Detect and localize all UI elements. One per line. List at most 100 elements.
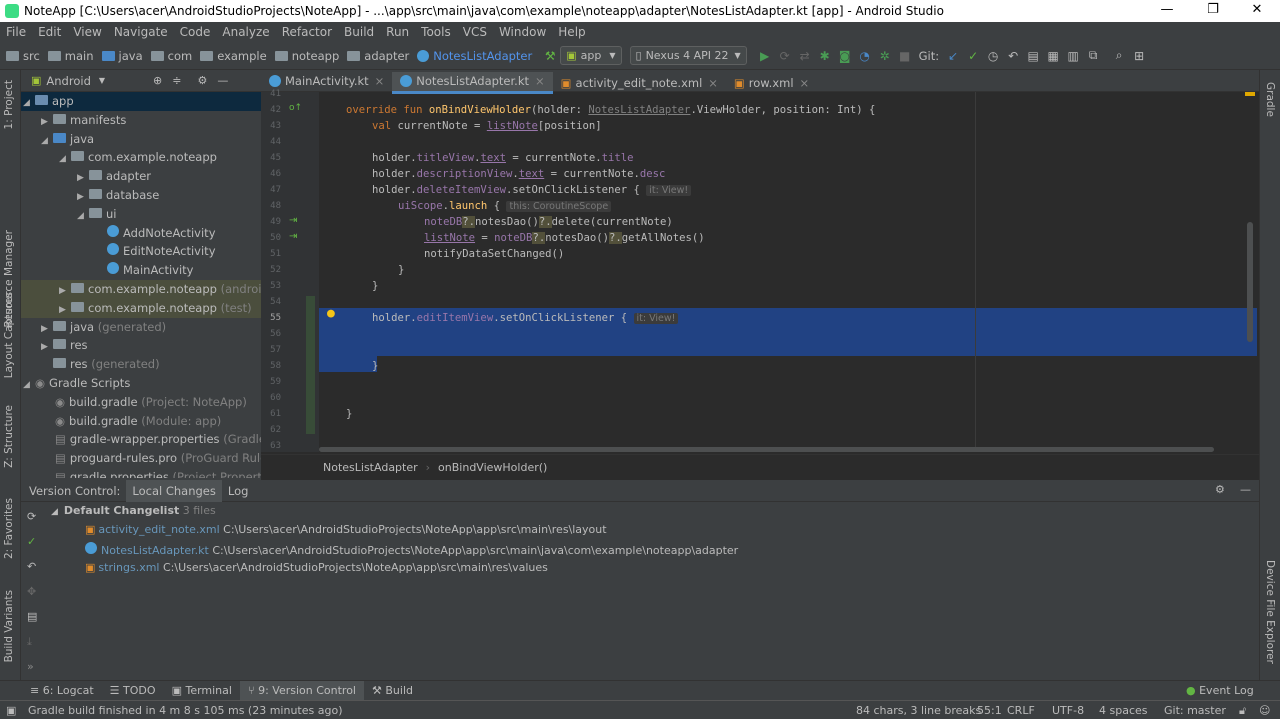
gear-icon[interactable]: ⚙ — [197, 74, 207, 87]
refresh-icon[interactable]: ⟳ — [27, 510, 36, 523]
menu-vcs[interactable]: VCS — [463, 22, 487, 42]
suspend-call-icon[interactable]: ⇥ — [289, 215, 297, 226]
breadcrumb-java[interactable]: java — [101, 49, 143, 63]
changelist-icon[interactable]: ▤ — [27, 610, 37, 623]
lock-icon[interactable]: 🔓︎ — [1239, 704, 1246, 718]
git-branch[interactable]: Git: master — [1164, 704, 1226, 717]
extra-icon[interactable]: ⊞ — [1131, 49, 1147, 63]
status-message[interactable]: Gradle build finished in 4 m 8 s 105 ms … — [28, 704, 342, 717]
breadcrumb-com[interactable]: com — [150, 49, 192, 63]
breadcrumb-file[interactable]: NotesListAdapter — [417, 49, 532, 63]
hide-icon[interactable]: — — [217, 74, 228, 87]
tree-build-gradle-project[interactable]: ◉ build.gradle (Project: NoteApp) — [21, 393, 261, 412]
sync-icon[interactable]: ⧉ — [1085, 48, 1101, 63]
hide-icon[interactable]: — — [1240, 483, 1251, 496]
tree-res[interactable]: ▶ res — [21, 336, 261, 355]
menu-window[interactable]: Window — [499, 22, 546, 42]
run-config-select[interactable]: ▣ app ▼ — [560, 46, 622, 65]
change-file-item[interactable]: ▣ activity_edit_note.xml C:\Users\acer\An… — [85, 523, 607, 536]
close-icon[interactable]: × — [800, 76, 810, 90]
tree-java-generated[interactable]: ▶ java (generated) — [21, 318, 261, 337]
gear-icon[interactable]: ⚙ — [1215, 483, 1225, 496]
tab-terminal[interactable]: ▣ Terminal — [164, 681, 240, 701]
indent-setting[interactable]: 4 spaces — [1099, 704, 1148, 717]
apply-code-icon[interactable]: ⇄ — [797, 49, 813, 63]
vcs-commit-icon[interactable]: ✓ — [965, 49, 981, 63]
avd-manager-icon[interactable]: ▦ — [1045, 49, 1061, 63]
tree-main-activity[interactable]: MainActivity — [21, 261, 261, 280]
breadcrumb-noteapp[interactable]: noteapp — [274, 49, 339, 63]
tree-edit-note-activity[interactable]: EditNoteActivity — [21, 242, 261, 261]
tree-add-note-activity[interactable]: AddNoteActivity — [21, 224, 261, 243]
chevron-down-icon[interactable]: ▼ — [99, 76, 105, 85]
tool-layout-captures[interactable]: Layout Captures — [3, 292, 15, 378]
tool-build-variants[interactable]: Build Variants — [3, 590, 15, 662]
maximize-button[interactable]: ❐ — [1190, 0, 1236, 22]
sdk-manager-icon[interactable]: ▤ — [1025, 49, 1041, 63]
changelist-header[interactable]: ◢ Default Changelist 3 files — [51, 504, 216, 517]
tree-java[interactable]: ◢ java — [21, 130, 261, 149]
project-view-select[interactable]: Android — [46, 74, 90, 88]
minimize-button[interactable]: — — [1144, 0, 1190, 22]
menu-refactor[interactable]: Refactor — [282, 22, 332, 42]
tool-structure[interactable]: Z: Structure — [3, 405, 15, 468]
vcs-history-icon[interactable]: ◷ — [985, 49, 1001, 63]
tab-todo[interactable]: ☰ TODO — [102, 681, 164, 701]
tree-package-android-test[interactable]: ▶com.example.noteapp (androidTest) — [21, 279, 261, 299]
device-select[interactable]: ▯ Nexus 4 API 22 ▼ — [629, 46, 747, 65]
caret-position[interactable]: 55:1 — [977, 704, 1002, 717]
tool-project[interactable]: 1: Project — [3, 80, 15, 129]
shelve-icon[interactable]: ⤓ — [27, 635, 32, 649]
commit-icon[interactable]: ✓ — [27, 535, 36, 548]
change-file-item[interactable]: ▣ strings.xml C:\Users\acer\AndroidStudio… — [85, 561, 548, 574]
move-icon[interactable]: ✥ — [27, 585, 36, 598]
search-icon[interactable]: ⌕ — [1111, 48, 1127, 63]
lightbulb-icon[interactable]: ● — [327, 306, 335, 321]
tab-log[interactable]: Log — [222, 480, 255, 502]
breadcrumb-class[interactable]: NotesListAdapter — [323, 461, 418, 474]
more-icon[interactable]: » — [27, 660, 34, 673]
inspector-icon[interactable]: ☺︎ — [1259, 704, 1270, 717]
file-encoding[interactable]: UTF-8 — [1052, 704, 1084, 717]
breadcrumb-example[interactable]: example — [200, 49, 267, 63]
menu-code[interactable]: Code — [180, 22, 211, 42]
tree-proguard[interactable]: ▤proguard-rules.pro (ProGuard Rules for … — [21, 449, 261, 468]
run-icon[interactable]: ▶ — [757, 49, 773, 63]
menu-build[interactable]: Build — [344, 22, 374, 42]
tab-logcat[interactable]: ≡ 6: Logcat — [22, 681, 102, 701]
rollback-icon[interactable]: ↶ — [27, 560, 36, 573]
close-icon[interactable]: × — [708, 76, 718, 90]
tree-build-gradle-module[interactable]: ◉ build.gradle (Module: app) — [21, 412, 261, 431]
tab-build[interactable]: ⚒ Build — [364, 681, 421, 701]
tab-local-changes[interactable]: Local Changes — [126, 479, 222, 502]
menu-file[interactable]: File — [6, 22, 26, 42]
debug-icon[interactable]: ✱ — [817, 49, 833, 63]
stop-icon[interactable]: ■ — [897, 49, 913, 63]
tree-res-generated[interactable]: res (generated) — [21, 355, 261, 374]
hammer-icon[interactable]: ⚒ — [542, 49, 558, 63]
tree-adapter[interactable]: ▶ adapter — [21, 167, 261, 186]
collapse-all-icon[interactable]: ≑ — [172, 74, 181, 87]
tree-app[interactable]: ◢ app — [21, 92, 261, 111]
menu-edit[interactable]: Edit — [38, 22, 61, 42]
tree-gradle-scripts[interactable]: ◢ ◉ Gradle Scripts — [21, 374, 261, 393]
override-marker-icon[interactable]: o↑ — [289, 103, 302, 113]
tab-version-control[interactable]: ⑂ 9: Version Control — [239, 681, 364, 701]
menu-navigate[interactable]: Navigate — [114, 22, 168, 42]
apply-changes-icon[interactable]: ⟳ — [777, 49, 793, 63]
breadcrumb-src[interactable]: src — [6, 49, 40, 63]
tab-row-xml[interactable]: ▣ row.xml × — [726, 72, 817, 94]
suspend-call-icon[interactable]: ⇥ — [289, 231, 297, 242]
line-separator[interactable]: CRLF — [1007, 704, 1035, 717]
menu-help[interactable]: Help — [558, 22, 585, 42]
tree-gradle-properties[interactable]: ▤gradle.properties (Project Properties) — [21, 468, 261, 478]
tree-package-main[interactable]: ◢ com.example.noteapp — [21, 148, 261, 167]
close-icon[interactable]: × — [375, 74, 385, 88]
locate-icon[interactable]: ⊕ — [153, 74, 162, 87]
attach-debugger-icon[interactable]: ✲ — [877, 49, 893, 63]
menu-analyze[interactable]: Analyze — [222, 22, 269, 42]
breadcrumb-main[interactable]: main — [47, 49, 94, 63]
tab-notes-list-adapter[interactable]: NotesListAdapter.kt × — [392, 71, 553, 94]
vcs-revert-icon[interactable]: ↶ — [1005, 49, 1021, 63]
vertical-scrollbar[interactable] — [1247, 222, 1253, 342]
